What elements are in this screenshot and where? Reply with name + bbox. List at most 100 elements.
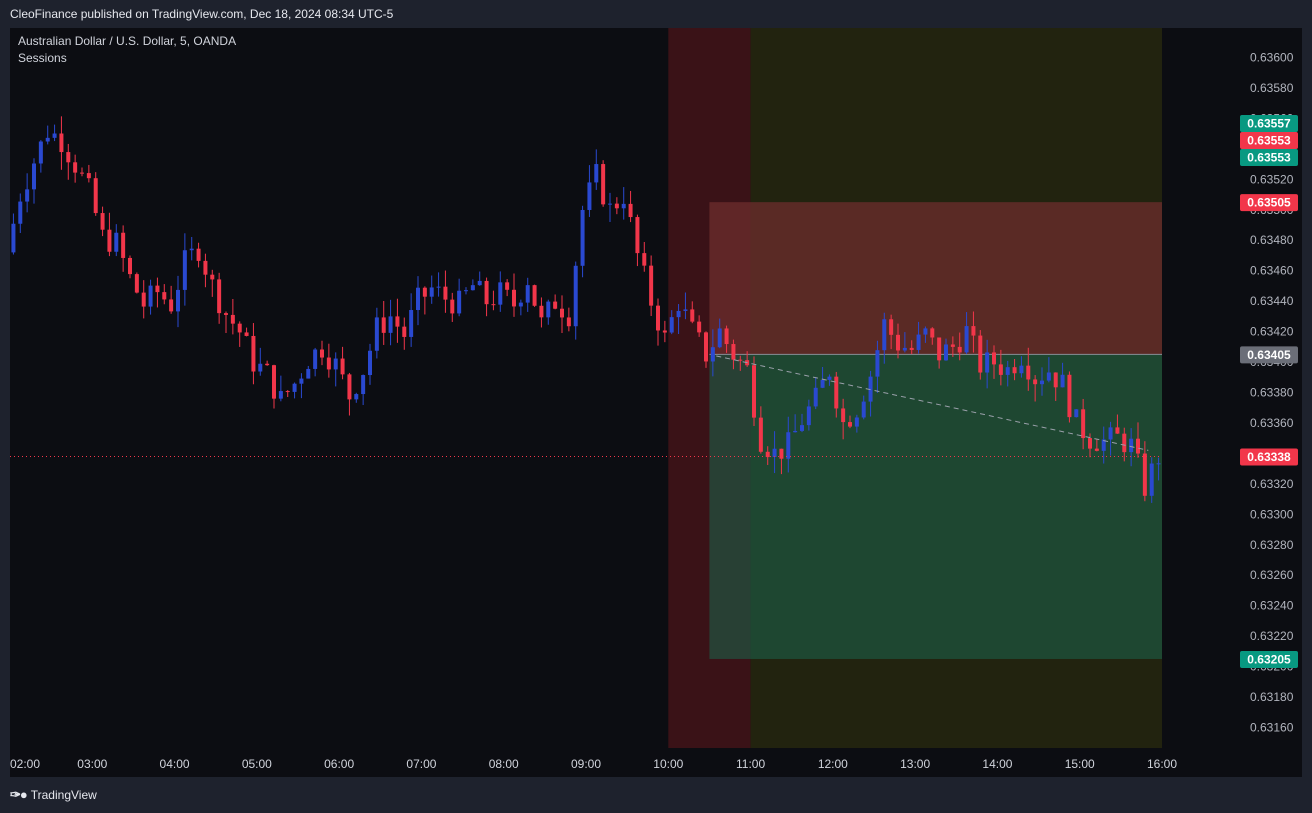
- candle-body: [820, 379, 825, 388]
- candle-body: [470, 285, 475, 291]
- chart-frame[interactable]: 0.636000.635800.635600.635400.635200.635…: [10, 28, 1302, 777]
- candle-body: [964, 326, 969, 353]
- candle-body: [676, 310, 681, 318]
- candle-body: [73, 162, 78, 173]
- candle-body: [1060, 374, 1065, 388]
- time-tick-label: 06:00: [324, 757, 354, 771]
- candle-body: [374, 317, 379, 351]
- stop-loss-zone[interactable]: [709, 202, 1166, 355]
- candle-body: [203, 260, 208, 275]
- candle-body: [779, 448, 784, 459]
- candle-body: [182, 250, 187, 290]
- candle-body: [429, 287, 434, 297]
- time-axis[interactable]: 02:00 03:00 04:00 05:00 06:00 07:00 08:00 09:00…: [10, 757, 1177, 771]
- price-tick-label: 0.63320: [1250, 477, 1294, 491]
- candle-body: [114, 232, 119, 252]
- candle-body: [32, 163, 36, 190]
- candle-body: [950, 344, 955, 347]
- candle: [978, 330, 983, 380]
- candle-body: [299, 378, 304, 384]
- candle-body: [176, 289, 180, 312]
- time-tick-label: 13:00: [900, 757, 930, 771]
- time-tick-label: 11:00: [736, 757, 765, 771]
- candle-body: [368, 350, 372, 376]
- candle-body: [573, 265, 578, 327]
- indicator-label[interactable]: Sessions: [18, 51, 67, 65]
- candle-body: [642, 253, 647, 266]
- candle-body: [491, 304, 496, 306]
- price-tick-label: 0.63300: [1250, 507, 1294, 521]
- candle-body: [1142, 453, 1147, 496]
- time-tick-label: 02:00: [10, 757, 40, 771]
- candle-body: [580, 209, 585, 266]
- price-tick-label: 0.63260: [1250, 568, 1294, 582]
- price-tick-label: 0.63180: [1250, 690, 1294, 704]
- candle-body: [621, 203, 626, 209]
- candle-body: [1026, 365, 1031, 380]
- candle-body: [724, 328, 729, 345]
- candle-body: [518, 302, 523, 307]
- candle-body: [52, 133, 57, 138]
- time-tick-label: 05:00: [242, 757, 272, 771]
- candle-body: [93, 178, 98, 214]
- price-tick-label: 0.63520: [1250, 172, 1294, 186]
- candle-body: [333, 358, 338, 370]
- price-label-text: 0.63338: [1247, 450, 1291, 464]
- candle-body: [553, 301, 558, 309]
- candle-body: [1129, 438, 1134, 453]
- symbol-title[interactable]: Australian Dollar / U.S. Dollar, 5, OAND…: [18, 34, 236, 48]
- candle-body: [841, 408, 846, 423]
- candle-body: [902, 347, 907, 351]
- candle-body: [121, 232, 126, 258]
- candle-body: [59, 133, 64, 153]
- candle-body: [992, 352, 996, 365]
- candle-body: [107, 229, 112, 252]
- candle-body: [937, 337, 942, 361]
- price-tick-label: 0.63380: [1250, 386, 1294, 400]
- candle-body: [532, 285, 537, 306]
- time-tick-label: 04:00: [160, 757, 190, 771]
- candle-body: [1074, 409, 1079, 418]
- candle-body: [889, 319, 894, 335]
- candle-body: [1033, 379, 1038, 385]
- candle-body: [237, 323, 242, 333]
- candle-body: [347, 374, 352, 400]
- candle-body: [1012, 367, 1017, 374]
- candle-body: [848, 422, 852, 427]
- candle-body: [450, 299, 455, 314]
- price-tick-label: 0.63240: [1250, 599, 1294, 613]
- candle-body: [896, 334, 900, 351]
- candle-body: [251, 335, 256, 372]
- candle-body: [758, 417, 763, 452]
- candle-body: [875, 350, 880, 377]
- price-tick-label: 0.63280: [1250, 538, 1294, 552]
- take-profit-zone[interactable]: [709, 354, 1166, 659]
- branding-bar: ✑● TradingView: [0, 777, 1312, 813]
- tradingview-logo[interactable]: ✑● TradingView: [10, 787, 97, 803]
- candle-body: [923, 328, 928, 335]
- candle-body: [594, 164, 599, 183]
- candle-body: [656, 305, 660, 331]
- candle-body: [265, 363, 270, 366]
- candle-body: [1040, 380, 1044, 385]
- candle-body: [38, 141, 43, 164]
- candle-body: [224, 313, 228, 315]
- candle-body: [566, 317, 571, 327]
- candle: [1074, 409, 1079, 418]
- candle-body: [1081, 409, 1086, 439]
- candle-body: [587, 182, 592, 210]
- candlestick-chart[interactable]: 0.636000.635800.635600.635400.635200.635…: [10, 28, 1302, 777]
- price-label-text: 0.63557: [1247, 116, 1291, 130]
- candle-body: [80, 172, 84, 174]
- price-label-badge: 0.63557: [1240, 114, 1298, 132]
- price-label-text: 0.63553: [1247, 133, 1291, 147]
- candle-body: [793, 430, 798, 433]
- candle-body: [436, 286, 441, 288]
- time-tick-label: 15:00: [1065, 757, 1095, 771]
- price-tick-label: 0.63600: [1250, 51, 1294, 65]
- position-tool[interactable]: [709, 202, 1166, 659]
- candle-body: [381, 317, 386, 333]
- candle-body: [649, 265, 654, 306]
- candle-body: [628, 203, 633, 218]
- candle-body: [45, 137, 50, 142]
